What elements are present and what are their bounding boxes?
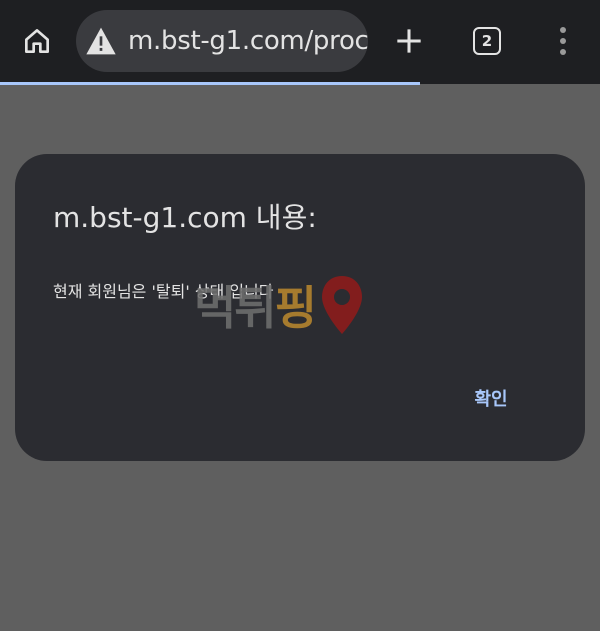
menu-button[interactable] bbox=[536, 14, 590, 68]
tab-switcher-button[interactable]: 2 bbox=[460, 14, 514, 68]
plus-icon bbox=[397, 29, 421, 53]
tab-count: 2 bbox=[473, 27, 501, 55]
home-button[interactable] bbox=[10, 14, 64, 68]
warning-icon[interactable] bbox=[84, 24, 118, 58]
address-bar[interactable]: m.bst-g1.com/proces bbox=[76, 10, 368, 72]
new-tab-button[interactable] bbox=[382, 14, 436, 68]
home-icon bbox=[25, 29, 49, 53]
ok-button[interactable]: 확인 bbox=[459, 376, 523, 420]
map-pin-icon bbox=[321, 276, 362, 334]
watermark-text-part1: 먹튀 bbox=[194, 281, 277, 335]
more-vert-icon bbox=[560, 27, 566, 55]
watermark: 먹튀 핑 bbox=[194, 272, 365, 338]
url-text: m.bst-g1.com/proces bbox=[128, 26, 368, 56]
page-load-progress bbox=[0, 82, 420, 85]
dialog-title: m.bst-g1.com 내용: bbox=[53, 201, 317, 234]
browser-toolbar: m.bst-g1.com/proces 2 bbox=[0, 0, 600, 84]
watermark-text-part2: 핑 bbox=[274, 281, 317, 335]
